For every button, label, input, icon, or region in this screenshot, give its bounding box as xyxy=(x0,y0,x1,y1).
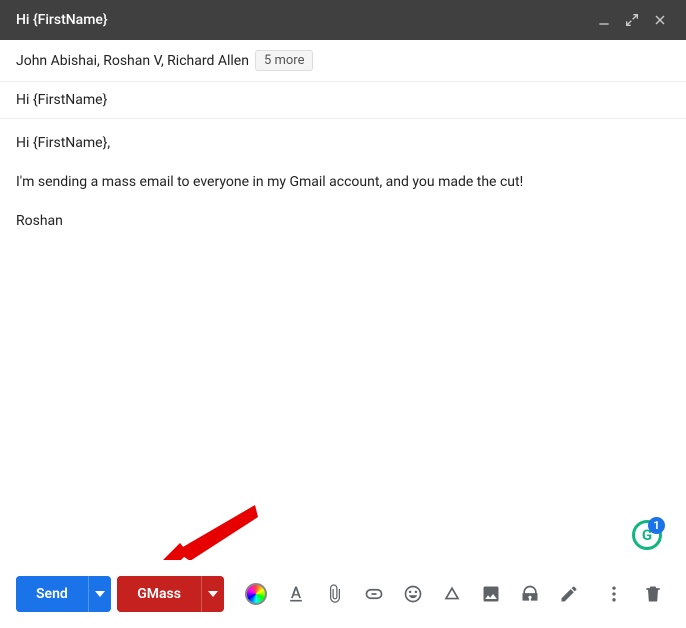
formatting-icon[interactable] xyxy=(279,577,312,611)
gmass-options-arrow[interactable] xyxy=(201,576,224,612)
subject-row[interactable]: Hi {FirstName} xyxy=(0,82,686,119)
compose-header: Hi {FirstName} xyxy=(0,0,686,40)
emoji-icon[interactable] xyxy=(396,577,429,611)
link-icon[interactable] xyxy=(357,577,390,611)
expand-icon[interactable] xyxy=(618,6,646,34)
recipients-row[interactable]: John Abishai, Roshan V, Richard Allen 5 … xyxy=(0,40,686,82)
recipients-list: John Abishai, Roshan V, Richard Allen xyxy=(16,53,249,69)
drive-icon[interactable] xyxy=(435,577,468,611)
attach-icon[interactable] xyxy=(318,577,351,611)
pen-icon[interactable] xyxy=(553,577,586,611)
send-button[interactable]: Send xyxy=(16,576,111,612)
compose-toolbar: Send GMass xyxy=(0,560,686,628)
compose-title: Hi {FirstName} xyxy=(16,12,590,28)
compose-body[interactable]: Hi {FirstName}, I'm sending a mass email… xyxy=(0,119,686,264)
trash-icon[interactable] xyxy=(637,577,670,611)
send-button-label[interactable]: Send xyxy=(16,576,88,612)
recipients-more-badge[interactable]: 5 more xyxy=(255,50,314,71)
grammarly-count: 1 xyxy=(648,517,665,534)
body-line: Hi {FirstName}, xyxy=(16,133,670,154)
body-line: I'm sending a mass email to everyone in … xyxy=(16,172,670,193)
confidential-icon[interactable] xyxy=(514,577,547,611)
gmass-button-label[interactable]: GMass xyxy=(117,576,201,612)
body-signature: Roshan xyxy=(16,211,670,232)
close-icon[interactable] xyxy=(646,6,674,34)
color-picker-icon[interactable] xyxy=(240,577,273,611)
more-options-icon[interactable] xyxy=(598,577,631,611)
image-icon[interactable] xyxy=(474,577,507,611)
subject-text: Hi {FirstName} xyxy=(16,92,107,108)
minimize-icon[interactable] xyxy=(590,6,618,34)
send-options-arrow[interactable] xyxy=(88,576,111,612)
grammarly-badge[interactable]: G 1 xyxy=(632,520,662,550)
gmass-button[interactable]: GMass xyxy=(117,576,224,612)
